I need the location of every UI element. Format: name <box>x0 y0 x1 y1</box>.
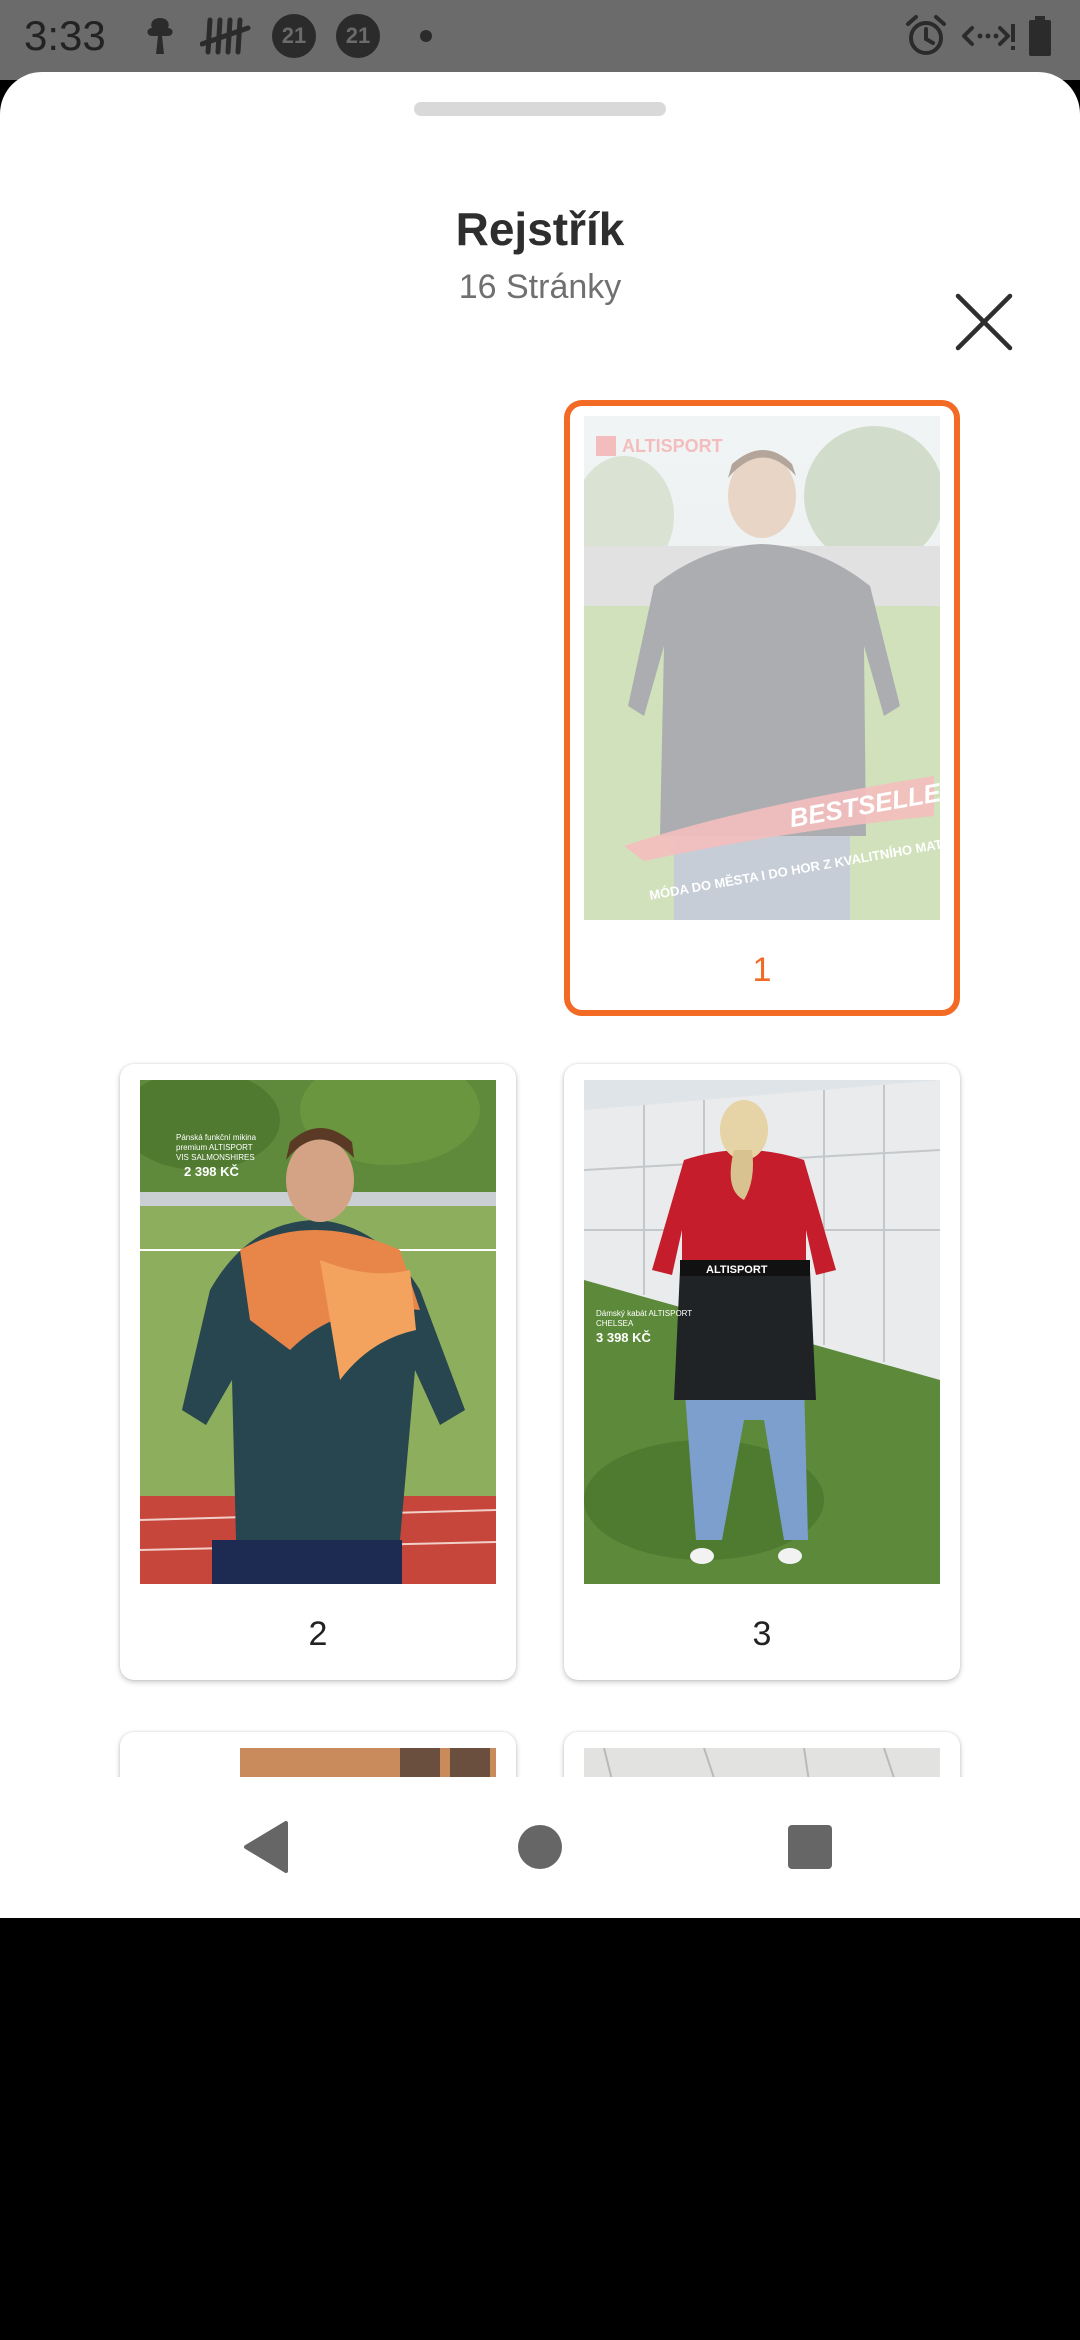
page-3-image: ALTISPORT Dámský kabát ALTISPORT CHELSEA… <box>584 1080 940 1584</box>
home-circle-icon[interactable] <box>510 1817 570 1877</box>
page-thumbnail: ALTISPORT BESTSELLERY MÓDA DO MĚSTA I DO… <box>584 416 940 920</box>
page-card-3[interactable]: ALTISPORT Dámský kabát ALTISPORT CHELSEA… <box>564 1064 960 1680</box>
page-number: 2 <box>308 1615 328 1653</box>
app-notification-icon <box>147 18 173 54</box>
page-3-band-text: ALTISPORT <box>706 1264 768 1276</box>
page-card-4[interactable] <box>120 1732 516 1777</box>
page-number: 1 <box>752 951 772 989</box>
empty-area <box>0 1918 1080 2340</box>
back-triangle-icon[interactable] <box>238 1817 298 1877</box>
recents-square-icon[interactable] <box>780 1817 840 1877</box>
page-thumbnail <box>140 1748 496 1777</box>
navigation-bar <box>0 1777 1080 1918</box>
page-4-image <box>140 1748 496 1777</box>
page-card-5[interactable] <box>564 1732 960 1777</box>
page-5-image <box>584 1748 940 1777</box>
page-2-image: Pánská funkční mikina premium ALTISPORT … <box>140 1080 496 1584</box>
page-3-price: 3 398 KČ <box>596 1330 652 1345</box>
page-2-caption-3: VIS SALMONSHIRES <box>176 1153 255 1162</box>
screen: 3:33 21 21 Rejstřík 16 Stránky ALTISPORT… <box>0 0 1080 2340</box>
status-bar: 3:33 21 21 <box>0 0 1080 80</box>
page-2-caption-2: premium ALTISPORT <box>176 1143 253 1152</box>
page-card-1[interactable]: ALTISPORT BESTSELLERY MÓDA DO MĚSTA I DO… <box>564 400 960 1016</box>
page-3-caption-1: Dámský kabát ALTISPORT <box>596 1309 692 1318</box>
page-3-caption-2: CHELSEA <box>596 1319 634 1328</box>
page-thumbnail <box>584 1748 940 1777</box>
badge-21-icon: 21 <box>336 14 380 58</box>
status-time: 3:33 <box>24 12 106 59</box>
page-2-price: 2 398 KČ <box>184 1164 240 1179</box>
data-transfer-icon <box>962 24 1015 50</box>
page-2-caption-1: Pánská funkční mikina <box>176 1133 257 1142</box>
tally-icon <box>200 17 251 55</box>
page-index-sheet: Rejstřík 16 Stránky ALTISPORT BESTSELLER… <box>0 72 1080 1918</box>
page-grid: ALTISPORT BESTSELLERY MÓDA DO MĚSTA I DO… <box>0 72 1080 1777</box>
page-thumbnail: Pánská funkční mikina premium ALTISPORT … <box>140 1080 496 1584</box>
more-dot-icon <box>420 30 432 42</box>
badge-21-icon: 21 <box>272 14 316 58</box>
page-card-2[interactable]: Pánská funkční mikina premium ALTISPORT … <box>120 1064 516 1680</box>
alarm-icon <box>906 15 946 55</box>
page-thumbnail: ALTISPORT Dámský kabát ALTISPORT CHELSEA… <box>584 1080 940 1584</box>
battery-icon <box>1029 16 1051 56</box>
page-1-image: ALTISPORT BESTSELLERY MÓDA DO MĚSTA I DO… <box>584 416 940 920</box>
page-number: 3 <box>752 1615 772 1653</box>
